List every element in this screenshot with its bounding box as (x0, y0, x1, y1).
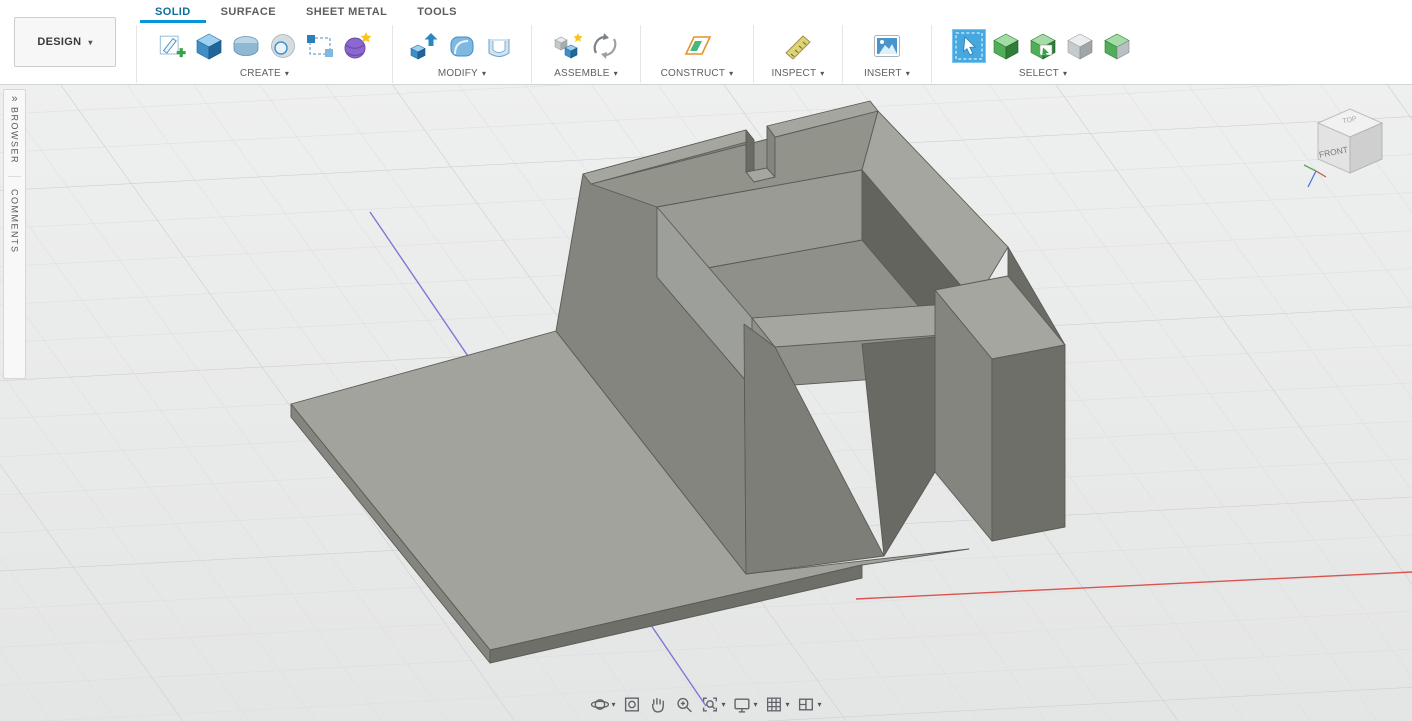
view-cube[interactable]: TOP FRONT (1300, 97, 1396, 201)
chevron-down-icon: ▾ (820, 69, 824, 78)
group-create: CREATE▾ (136, 25, 392, 83)
tab-surface[interactable]: SURFACE (206, 0, 291, 23)
group-assemble: ASSEMBLE▾ (531, 25, 640, 83)
group-insert: INSERT▾ (842, 25, 931, 83)
browser-panel-tab[interactable]: BROWSER (10, 107, 20, 164)
modify-dropdown[interactable]: MODIFY▾ (438, 68, 486, 79)
assemble-dropdown[interactable]: ASSEMBLE▾ (554, 68, 618, 79)
tab-solid[interactable]: SOLID (140, 0, 206, 23)
revolve-icon[interactable] (266, 29, 300, 63)
side-rail: » BROWSER COMMENTS (3, 89, 26, 379)
inspect-dropdown[interactable]: INSPECT▾ (772, 68, 825, 79)
viewport[interactable]: » BROWSER COMMENTS TOP FRONT (0, 85, 1412, 721)
chevron-down-icon: ▾ (906, 69, 910, 78)
select-dropdown[interactable]: SELECT▾ (1019, 68, 1067, 79)
press-pull-icon[interactable] (408, 29, 442, 63)
chevron-down-icon: ▾ (721, 700, 725, 709)
form-icon[interactable] (229, 29, 263, 63)
chevron-down-icon: ▾ (786, 700, 790, 709)
chevron-down-icon: ▾ (482, 69, 486, 78)
chevron-down-icon: ▾ (88, 38, 92, 47)
fit-icon[interactable]: ▾ (700, 695, 725, 714)
chevron-down-icon: ▾ (285, 69, 289, 78)
split-cube-icon[interactable] (1100, 29, 1134, 63)
tab-tools[interactable]: TOOLS (402, 0, 472, 23)
chevron-down-icon: ▾ (1063, 69, 1067, 78)
insert-canvas-icon[interactable] (870, 29, 904, 63)
green-cube-icon[interactable] (989, 29, 1023, 63)
rectangular-pattern-icon[interactable] (303, 29, 337, 63)
group-construct: CONSTRUCT▾ (640, 25, 753, 83)
box-icon[interactable] (192, 29, 226, 63)
orbit-icon[interactable]: ▾ (590, 695, 615, 714)
create-dropdown[interactable]: CREATE▾ (240, 68, 289, 79)
measure-icon[interactable] (781, 29, 815, 63)
chevron-down-icon: ▾ (611, 700, 615, 709)
comments-panel-tab[interactable]: COMMENTS (10, 189, 20, 254)
chevron-down-icon: ▾ (818, 700, 822, 709)
zoom-icon[interactable] (674, 695, 693, 714)
fusion-window: DESIGN ▾ SOLID SURFACE SHEET METAL TOOLS (0, 0, 1412, 721)
create-sketch-icon[interactable] (155, 29, 189, 63)
look-at-icon[interactable] (622, 695, 641, 714)
axis-triad-icon (1304, 165, 1326, 187)
viewport-canvas (0, 85, 1412, 721)
construct-dropdown[interactable]: CONSTRUCT▾ (661, 68, 734, 79)
chevron-down-icon: ▾ (614, 69, 618, 78)
display-settings-icon[interactable]: ▾ (732, 695, 757, 714)
navigation-bar: ▾ ▾ (582, 692, 829, 717)
grid-settings-icon[interactable]: ▾ (765, 695, 790, 714)
group-inspect: INSPECT▾ (753, 25, 842, 83)
workspace-label: DESIGN (37, 36, 81, 48)
rail-divider (8, 176, 21, 177)
chevron-down-icon: ▾ (753, 700, 757, 709)
coil-icon[interactable] (340, 29, 374, 63)
construction-plane-icon[interactable] (680, 29, 714, 63)
toolbar-groups: CREATE▾ (136, 25, 1154, 83)
expand-browser-icon[interactable]: » (11, 93, 17, 105)
pan-icon[interactable] (648, 695, 667, 714)
insert-dropdown[interactable]: INSERT▾ (864, 68, 910, 79)
tab-sheet-metal[interactable]: SHEET METAL (291, 0, 402, 23)
chevron-down-icon: ▾ (729, 69, 733, 78)
fillet-icon[interactable] (445, 29, 479, 63)
group-modify: MODIFY▾ (392, 25, 531, 83)
select-cursor-icon[interactable] (952, 29, 986, 63)
group-select: SELECT▾ (931, 25, 1154, 83)
new-component-icon[interactable] (551, 29, 585, 63)
shell-icon[interactable] (482, 29, 516, 63)
workspace-switcher[interactable]: DESIGN ▾ (14, 17, 116, 67)
joint-icon[interactable] (588, 29, 622, 63)
green-cube-window-icon[interactable] (1026, 29, 1060, 63)
toolbar: DESIGN ▾ SOLID SURFACE SHEET METAL TOOLS (0, 0, 1412, 85)
gray-cube-icon[interactable] (1063, 29, 1097, 63)
viewports-icon[interactable]: ▾ (797, 695, 822, 714)
ribbon-tabs: SOLID SURFACE SHEET METAL TOOLS (140, 0, 472, 23)
